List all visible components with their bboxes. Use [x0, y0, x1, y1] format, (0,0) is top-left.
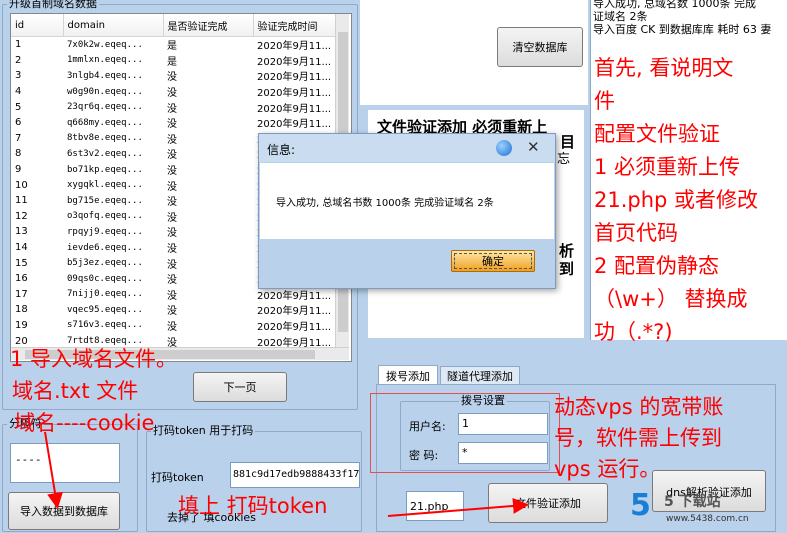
watermark-url: www.5438.com.cn [666, 514, 749, 524]
watermark: 5 5 下载站 www.5438.com.cn [630, 488, 787, 533]
watermark-text: 5 下载站 [664, 494, 721, 510]
import-arrow [44, 431, 63, 509]
file-verify-arrow [387, 497, 529, 517]
annotation-arrows [44, 431, 529, 517]
watermark-logo: 5 [630, 488, 651, 523]
